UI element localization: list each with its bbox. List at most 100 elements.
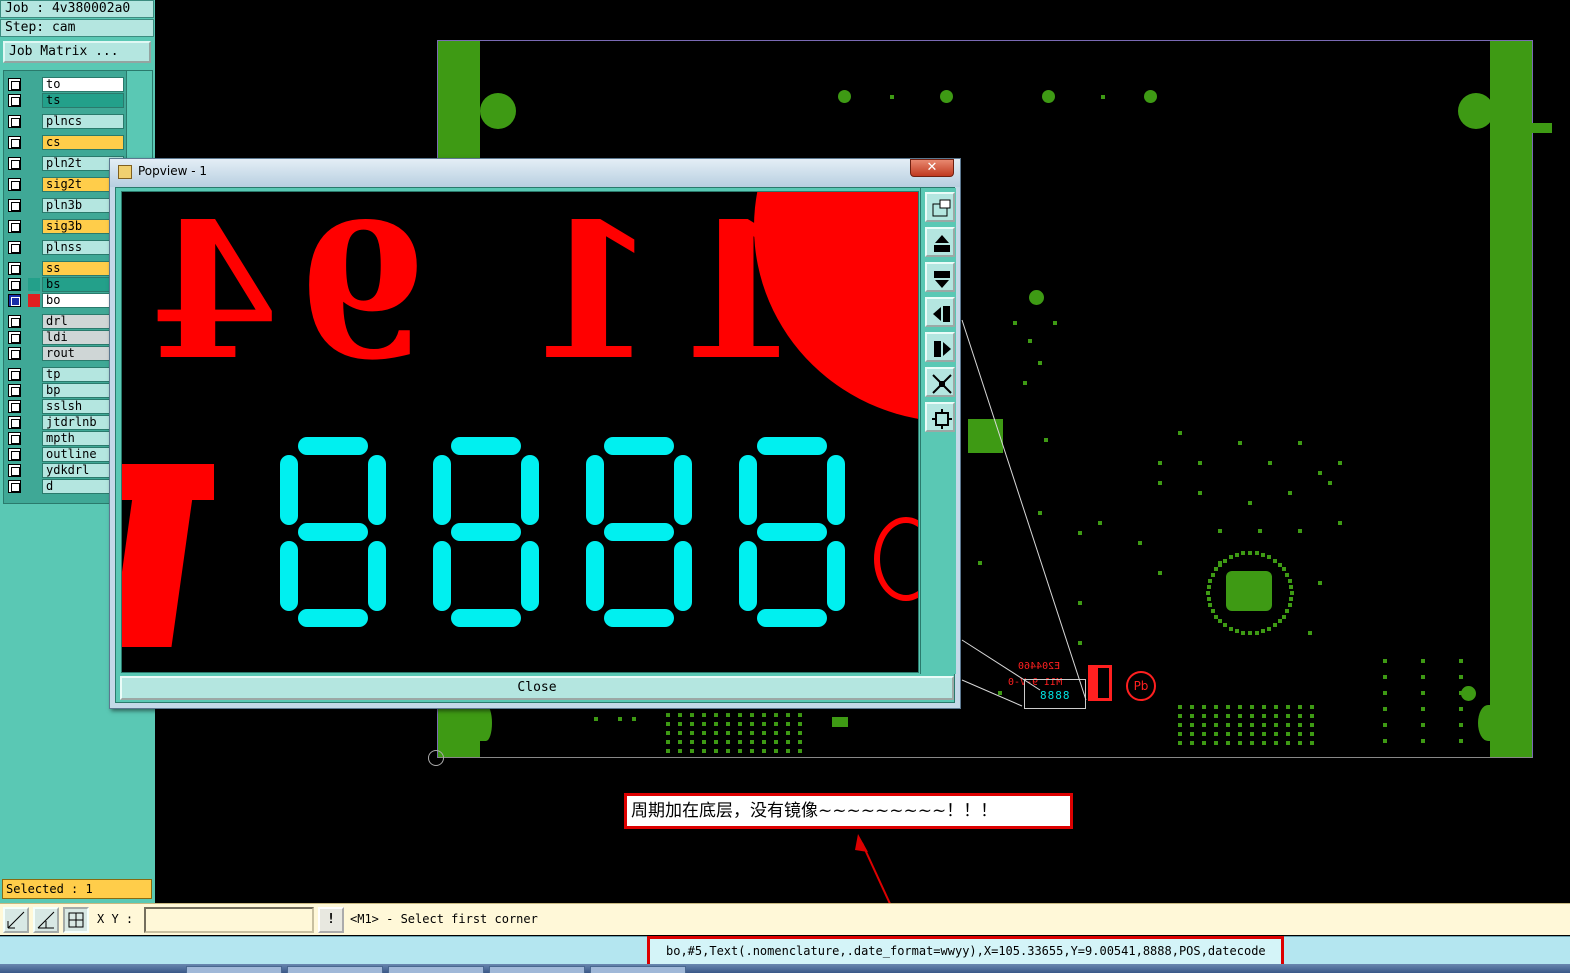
via [774,731,778,735]
layer-row-tp[interactable]: tp [6,367,124,382]
layer-row-mpth[interactable]: mpth [6,431,124,446]
layer-row-pln2t[interactable]: pln2t [6,156,124,171]
layer-row-jtdrlnb[interactable]: jtdrlnb [6,415,124,430]
via [618,717,622,721]
layer-row-pln3b[interactable]: pln3b [6,198,124,213]
layer-row-sslsh[interactable]: sslsh [6,399,124,414]
via [1288,491,1292,495]
via [1274,732,1278,736]
zoom-fit-icon[interactable] [925,367,955,397]
layer-row-to[interactable]: to [6,77,124,92]
grid-snap-icon[interactable] [63,907,89,933]
layer-row-ydkdrl[interactable]: ydkdrl [6,463,124,478]
layer-row-bs[interactable]: bs [6,277,124,292]
via [1238,705,1242,709]
via [1241,551,1245,555]
via [1274,723,1278,727]
layer-row-bp[interactable]: bp [6,383,124,398]
layer-checkbox[interactable] [8,220,21,233]
job-matrix-button[interactable]: Job Matrix ... [3,41,151,63]
layer-checkbox[interactable] [8,94,21,107]
layer-row-sig2t[interactable]: sig2t [6,177,124,192]
layer-checkbox[interactable] [8,432,21,445]
layer-checkbox[interactable] [8,448,21,461]
via [1298,723,1302,727]
move-left-icon[interactable] [925,297,955,327]
via [690,731,694,735]
layer-checkbox[interactable] [8,294,21,307]
layer-row-ss[interactable]: ss [6,261,124,276]
via [1459,707,1463,711]
via [666,731,670,735]
layer-checkbox[interactable] [8,416,21,429]
move-up-icon[interactable] [925,227,955,257]
via [1044,438,1048,442]
layer-checkbox[interactable] [8,199,21,212]
via [1214,714,1218,718]
via [798,731,802,735]
taskbar-item[interactable] [590,966,686,973]
via [762,713,766,717]
layer-checkbox[interactable] [8,78,21,91]
move-right-icon[interactable] [925,332,955,362]
via [1459,659,1463,663]
layer-checkbox[interactable] [8,178,21,191]
layer-checkbox[interactable] [8,241,21,254]
layer-row-outline[interactable]: outline [6,447,124,462]
measure-icon[interactable] [33,907,59,933]
popview-window[interactable]: Popview - 1 ✕ M11 94 8888 Close [109,158,961,709]
layer-checkbox[interactable] [8,136,21,149]
layer-checkbox[interactable] [8,331,21,344]
layer-row-sig3b[interactable]: sig3b [6,219,124,234]
layer-checkbox[interactable] [8,278,21,291]
close-button[interactable]: Close [120,676,954,700]
window-close-button[interactable]: ✕ [910,159,954,177]
taskbar-item[interactable] [287,966,383,973]
layer-checkbox[interactable] [8,480,21,493]
layer-row-plnss[interactable]: plnss [6,240,124,255]
layer-checkbox[interactable] [8,384,21,397]
taskbar-item[interactable] [489,966,585,973]
layer-row-cs[interactable]: cs [6,135,124,150]
xy-coordinate-input[interactable] [144,907,314,933]
digit-segment [521,541,539,611]
layer-row-ldi[interactable]: ldi [6,330,124,345]
taskbar-item[interactable] [388,966,484,973]
via [678,749,682,753]
via [1288,579,1292,583]
via [1226,705,1230,709]
layer-checkbox[interactable] [8,262,21,275]
layer-checkbox[interactable] [8,368,21,381]
layer-checkbox[interactable] [8,347,21,360]
layer-checkbox[interactable] [8,115,21,128]
popview-canvas[interactable]: M11 94 8888 [121,191,919,673]
layer-checkbox[interactable] [8,400,21,413]
layer-row-ts[interactable]: ts [6,93,124,108]
via [1421,659,1425,663]
via [1138,541,1142,545]
via [1274,741,1278,745]
layer-row-d[interactable]: d [6,479,124,494]
layer-checkbox[interactable] [8,315,21,328]
taskbar-item[interactable] [186,966,282,973]
move-down-icon[interactable] [925,262,955,292]
layer-swatch [28,115,40,128]
via [1214,723,1218,727]
zoom-home-icon[interactable] [925,402,955,432]
warning-button[interactable]: ! [318,907,344,933]
via [1214,705,1218,709]
pad [968,419,1003,453]
layer-row-bo[interactable]: bo [6,293,124,308]
digit-segment [674,541,692,611]
layer-checkbox[interactable] [8,464,21,477]
layer-checkbox[interactable] [8,157,21,170]
via [666,722,670,726]
layer-row-drl[interactable]: drl [6,314,124,329]
popview-titlebar[interactable]: Popview - 1 ✕ [110,159,960,187]
snap-icon[interactable] [3,907,29,933]
via [690,740,694,744]
layer-row-rout[interactable]: rout [6,346,124,361]
layer-row-plncs[interactable]: plncs [6,114,124,129]
zoom-window-icon[interactable] [925,192,955,222]
via [714,749,718,753]
